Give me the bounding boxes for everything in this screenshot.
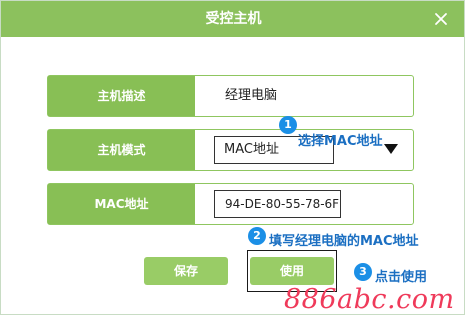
host-mode-label: 主机模式	[48, 130, 195, 170]
host-description-input[interactable]: 经理电脑	[225, 76, 277, 116]
mac-address-input[interactable]: 94-DE-80-55-78-6F	[214, 190, 341, 218]
save-button[interactable]: 保存	[144, 257, 228, 285]
annotation-badge-2: 2	[248, 227, 266, 245]
controlled-host-dialog: 受控主机 主机描述 经理电脑 主机模式 MAC地址 MAC地址 94-DE-80…	[0, 0, 465, 315]
annotation-note-3: 点击使用	[375, 270, 428, 285]
annotation-note-2: 填写经理电脑的MAC地址	[269, 234, 419, 249]
annotation-badge-1: 1	[279, 116, 297, 134]
dialog-titlebar: 受控主机	[1, 1, 464, 37]
mac-address-row: MAC地址 94-DE-80-55-78-6F	[47, 183, 414, 225]
use-button[interactable]: 使用	[250, 257, 334, 285]
site-watermark: 886abc.com	[284, 284, 455, 315]
close-icon[interactable]	[432, 10, 450, 28]
host-description-label: 主机描述	[48, 76, 195, 116]
dialog-title: 受控主机	[205, 11, 262, 27]
triangle-down-icon[interactable]	[384, 144, 398, 154]
annotation-badge-3: 3	[354, 263, 372, 281]
host-description-row: 主机描述 经理电脑	[47, 75, 414, 117]
annotation-note-1: 选择MAC地址	[298, 134, 383, 149]
mac-address-label: MAC地址	[48, 184, 195, 224]
host-mode-selected-value: MAC地址	[224, 142, 279, 157]
